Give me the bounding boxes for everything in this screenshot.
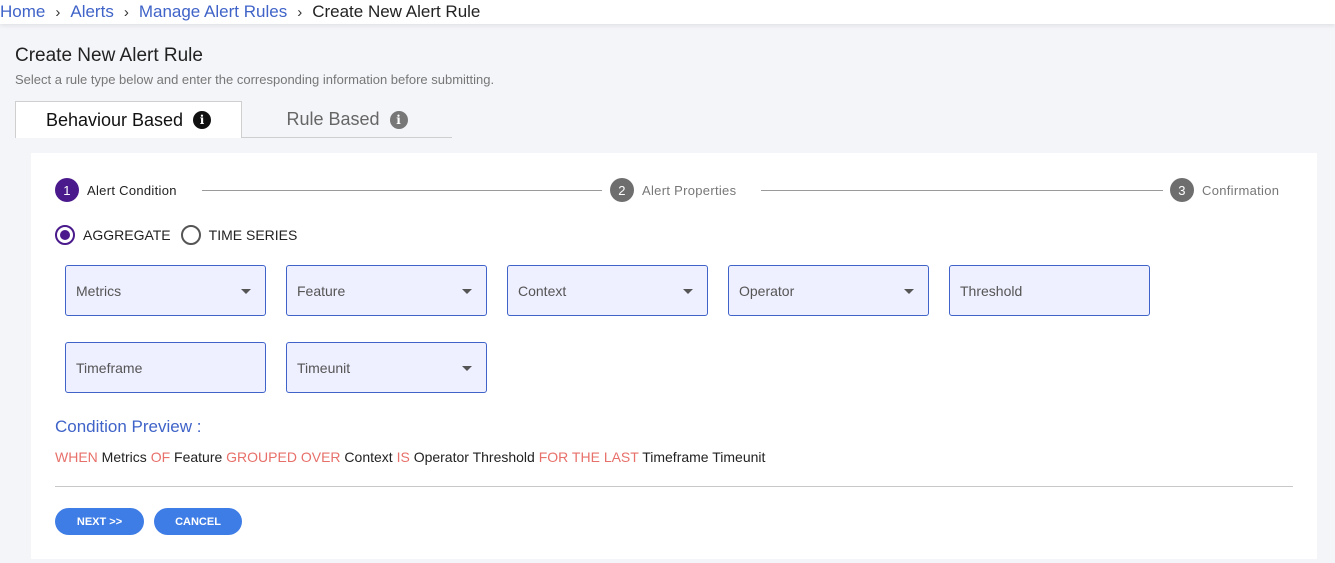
- preview-keyword: IS: [396, 449, 410, 465]
- alert-form-card: 1 Alert Condition 2 Alert Properties 3 C…: [31, 153, 1317, 559]
- breadcrumb-separator: ›: [55, 3, 61, 21]
- rule-type-tabs: Behaviour Based i Rule Based i: [15, 101, 452, 138]
- feature-select[interactable]: Feature: [286, 265, 487, 316]
- page-title: Create New Alert Rule: [15, 45, 203, 66]
- breadcrumb-separator: ›: [297, 3, 303, 21]
- preview-keyword: OF: [150, 449, 171, 465]
- step-label: Confirmation: [1202, 182, 1280, 198]
- preview-value: Timeunit: [712, 449, 766, 465]
- step-connector: [202, 190, 602, 191]
- step-connector: [761, 190, 1163, 191]
- metrics-select[interactable]: Metrics: [65, 265, 266, 316]
- preview-keyword: GROUPED OVER: [226, 449, 341, 465]
- timeunit-select[interactable]: Timeunit: [286, 342, 487, 393]
- breadcrumb-alerts[interactable]: Alerts: [70, 2, 113, 22]
- radio-time-series[interactable]: TIME SERIES: [180, 225, 298, 245]
- stepper: 1 Alert Condition 2 Alert Properties 3 C…: [55, 178, 1293, 202]
- field-placeholder: Metrics: [76, 282, 122, 299]
- preview-value: Context: [344, 449, 393, 465]
- field-placeholder: Threshold: [960, 282, 1023, 299]
- step-label: Alert Properties: [642, 182, 737, 198]
- caret-down-icon: [241, 289, 251, 294]
- timeframe-input[interactable]: Timeframe: [65, 342, 266, 393]
- cancel-button[interactable]: CANCEL: [154, 508, 242, 535]
- caret-down-icon: [462, 289, 472, 294]
- breadcrumb-separator: ›: [123, 3, 129, 21]
- tab-behaviour-based[interactable]: Behaviour Based i: [15, 101, 242, 138]
- field-placeholder: Operator: [739, 282, 795, 299]
- radio-label: AGGREGATE: [83, 227, 171, 243]
- radio-checked-icon: [55, 225, 75, 245]
- caret-down-icon: [462, 366, 472, 371]
- preview-value: Feature: [174, 449, 223, 465]
- radio-label: TIME SERIES: [208, 227, 298, 243]
- step-alert-properties: 2 Alert Properties: [610, 178, 745, 202]
- step-number: 3: [1170, 178, 1194, 202]
- field-placeholder: Timeunit: [297, 359, 351, 376]
- caret-down-icon: [683, 289, 693, 294]
- divider: [55, 486, 1293, 487]
- step-number: 1: [55, 178, 79, 202]
- breadcrumb-current: Create New Alert Rule: [312, 2, 481, 21]
- condition-preview-title: Condition Preview :: [55, 417, 202, 436]
- radio-aggregate[interactable]: AGGREGATE: [55, 225, 171, 245]
- step-number: 2: [610, 178, 634, 202]
- threshold-input[interactable]: Threshold: [949, 265, 1150, 316]
- operator-select[interactable]: Operator: [728, 265, 929, 316]
- step-alert-condition: 1 Alert Condition: [55, 178, 185, 202]
- field-placeholder: Context: [518, 282, 567, 299]
- mode-radio-group: AGGREGATE TIME SERIES: [55, 225, 307, 245]
- breadcrumb: Home › Alerts › Manage Alert Rules › Cre…: [0, 0, 1335, 24]
- info-icon[interactable]: i: [193, 111, 212, 129]
- radio-unchecked-icon: [180, 225, 201, 245]
- preview-keyword: FOR THE LAST: [538, 449, 639, 465]
- context-select[interactable]: Context: [507, 265, 708, 316]
- tab-label: Rule Based: [286, 109, 380, 129]
- preview-value: Threshold: [472, 449, 535, 465]
- preview-value: Operator: [413, 449, 469, 465]
- field-placeholder: Timeframe: [76, 359, 143, 376]
- page-subtitle: Select a rule type below and enter the c…: [15, 72, 495, 87]
- caret-down-icon: [904, 289, 914, 294]
- breadcrumb-home[interactable]: Home: [0, 2, 45, 22]
- next-button[interactable]: NEXT >>: [55, 508, 144, 535]
- preview-keyword: WHEN: [55, 449, 98, 465]
- tab-label: Behaviour Based: [45, 109, 184, 130]
- tab-rule-based[interactable]: Rule Based i: [242, 101, 452, 138]
- condition-preview-text: WHEN Metrics OF Feature GROUPED OVER Con…: [55, 449, 765, 465]
- field-placeholder: Feature: [297, 282, 346, 299]
- breadcrumb-manage-alert-rules[interactable]: Manage Alert Rules: [139, 2, 287, 22]
- preview-value: Timeframe: [642, 449, 709, 465]
- preview-value: Metrics: [101, 449, 147, 465]
- info-icon[interactable]: i: [389, 110, 408, 129]
- step-confirmation: 3 Confirmation: [1170, 178, 1280, 202]
- step-label: Alert Condition: [87, 182, 177, 198]
